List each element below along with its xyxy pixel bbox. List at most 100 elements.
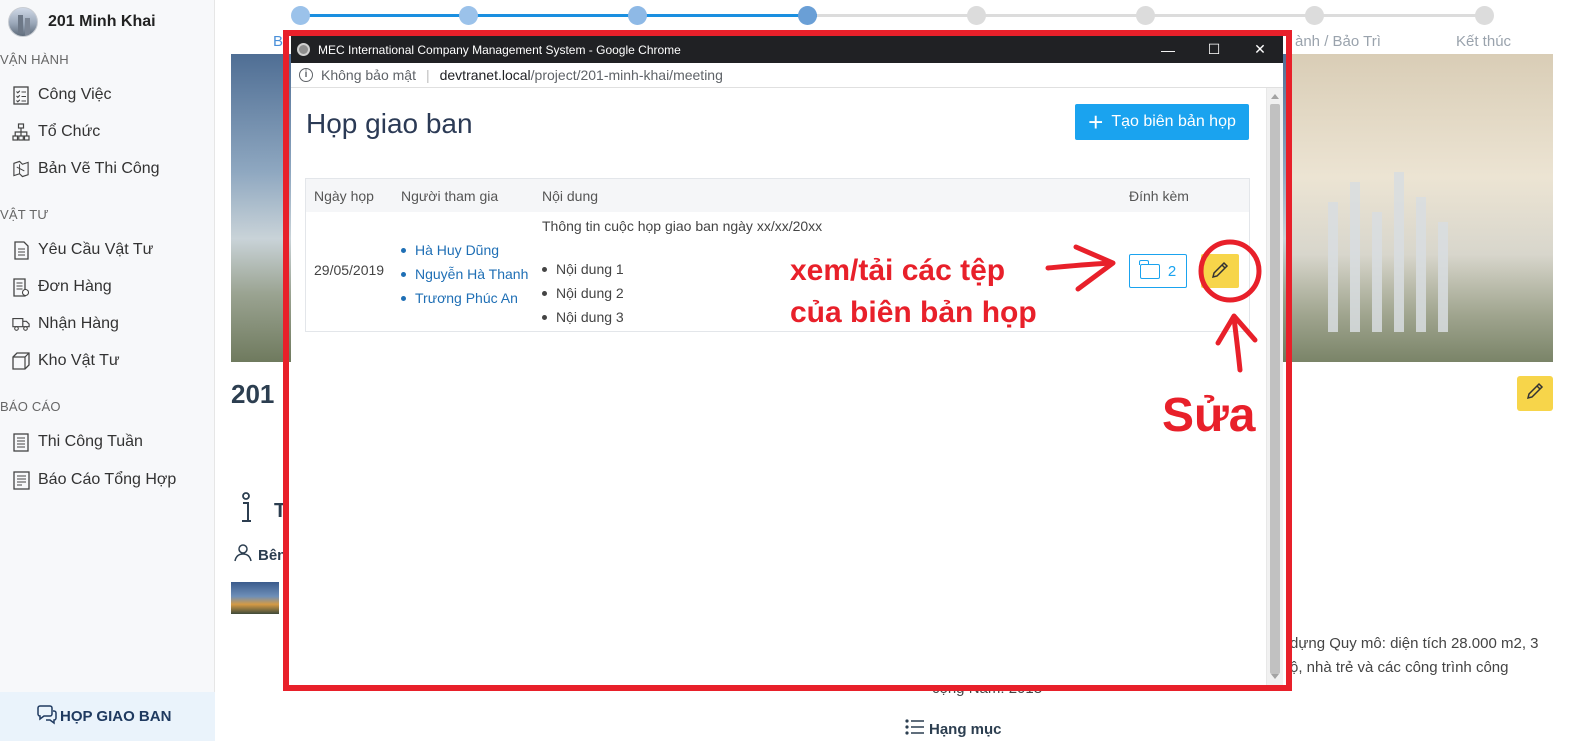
- info-icon: [239, 492, 253, 524]
- stakeholders-label: Bên: [232, 544, 286, 566]
- sidebar-item-bao-cao-tong-hop[interactable]: Báo Cáo Tổng Hợp: [12, 467, 176, 493]
- participant-link[interactable]: Hà Huy Dũng: [401, 238, 528, 262]
- stepper-line-done: [309, 14, 817, 17]
- stepper-label: Kết thúc: [1456, 33, 1512, 50]
- maximize-button[interactable]: ☐: [1191, 36, 1237, 63]
- project-thumbnail[interactable]: [231, 582, 279, 614]
- edit-meeting-button[interactable]: [1201, 254, 1239, 288]
- sidebar-tab-hop-giao-ban[interactable]: HỌP GIAO BAN: [0, 692, 215, 741]
- close-button[interactable]: ✕: [1237, 36, 1283, 63]
- sidebar-item-label: Yêu Cầu Vật Tư: [38, 241, 154, 258]
- sidebar-item-kho-vat-tu[interactable]: Kho Vật Tư: [12, 348, 120, 374]
- stepper-dot[interactable]: [967, 6, 986, 25]
- project-header[interactable]: 201 Minh Khai: [8, 6, 156, 38]
- hang-muc-heading: Hạng mục: [905, 718, 1002, 740]
- stepper-dot[interactable]: [1305, 6, 1324, 25]
- url-path: /project/201-minh-khai/meeting: [530, 67, 723, 83]
- stepper-dot[interactable]: [459, 6, 478, 25]
- stepper-label: ành / Bảo Trì: [1295, 33, 1381, 50]
- scroll-down-arrow-icon[interactable]: [1271, 674, 1279, 679]
- summary-report-icon: [12, 470, 30, 490]
- section-label-vat-tu: VẬT TƯ: [0, 207, 49, 222]
- sidebar-item-don-hang[interactable]: Đơn Hàng: [12, 274, 112, 300]
- sidebar-item-label: Đơn Hàng: [38, 278, 112, 295]
- address-separator: |: [425, 67, 430, 83]
- project-title: 201: [231, 379, 275, 409]
- scrollbar-thumb[interactable]: [1270, 104, 1280, 674]
- description-line: ộ, nhà trẻ và các công trình công: [1290, 659, 1509, 676]
- meetings-table: Ngày họp Người tham gia Nội dung Đính kè…: [305, 178, 1250, 332]
- users-icon: [232, 544, 254, 566]
- meeting-content-title: Thông tin cuộc họp giao ban ngày xx/xx/2…: [542, 218, 823, 234]
- vertical-scrollbar[interactable]: [1266, 88, 1283, 685]
- sidebar-item-nhan-hang[interactable]: Nhận Hàng: [12, 311, 119, 337]
- project-description: dựng Quy mô: diện tích 28.000 m2, 3 ộ, n…: [1290, 632, 1555, 680]
- box-icon: [12, 351, 30, 371]
- sidebar-item-label: Nhận Hàng: [38, 315, 119, 332]
- table-row: 29/05/2019 Hà Huy Dũng Nguyễn Hà Thanh T…: [306, 212, 1249, 331]
- create-meeting-minutes-button[interactable]: + Tạo biên bản họp: [1075, 104, 1249, 140]
- sidebar-item-label: Tổ Chức: [38, 123, 101, 140]
- sidebar-item-label: Báo Cáo Tổng Hợp: [38, 471, 177, 488]
- org-chart-icon: [12, 122, 30, 142]
- plus-icon: +: [1088, 107, 1104, 137]
- edit-annotation: Sửa: [1162, 389, 1256, 442]
- sidebar-item-cong-viec[interactable]: Công Việc: [12, 82, 112, 108]
- list-icon: [905, 718, 925, 740]
- content-item: Nội dung 2: [542, 281, 624, 305]
- content-item: Nội dung 3: [542, 305, 624, 329]
- chrome-popup-window: MEC International Company Management Sys…: [291, 36, 1283, 685]
- favicon-icon: [297, 43, 310, 56]
- progress-stepper: B ành / Bảo Trì Kết thúc: [273, 4, 1511, 50]
- address-bar[interactable]: i Không bảo mật | devtranet.local /proje…: [291, 63, 1283, 88]
- folder-icon: [1139, 259, 1160, 279]
- page-title: Họp giao ban: [306, 108, 473, 139]
- participant-link[interactable]: Nguyễn Hà Thanh: [401, 262, 528, 286]
- project-name: 201 Minh Khai: [48, 13, 156, 30]
- column-header-attachments: Đính kèm: [1129, 188, 1189, 204]
- sidebar-item-label: Thi Công Tuần: [38, 433, 143, 450]
- column-header-date: Ngày họp: [314, 188, 374, 204]
- stepper-dot[interactable]: [628, 6, 647, 25]
- participants-list: Hà Huy Dũng Nguyễn Hà Thanh Trương Phúc …: [401, 238, 528, 310]
- sidebar-item-yeu-cau-vat-tu[interactable]: Yêu Cầu Vật Tư: [12, 237, 153, 263]
- stepper-dot[interactable]: [798, 6, 817, 25]
- stepper-dot[interactable]: [291, 6, 310, 25]
- edit-project-button[interactable]: [1517, 376, 1553, 411]
- report-icon: [12, 432, 30, 452]
- stepper-label: B: [273, 33, 284, 50]
- description-line: dựng Quy mô: diện tích 28.000 m2, 3: [1290, 635, 1539, 652]
- create-button-label: Tạo biên bản họp: [1111, 113, 1236, 130]
- table-header: Ngày họp Người tham gia Nội dung Đính kè…: [306, 179, 1249, 212]
- hang-muc-text: Hạng mục: [929, 720, 1002, 738]
- info-circle-icon[interactable]: i: [299, 68, 313, 82]
- project-avatar: [8, 7, 38, 37]
- pencil-icon: [1210, 260, 1230, 283]
- meeting-tab-label: HỌP GIAO BAN: [60, 708, 172, 725]
- stepper-dot[interactable]: [1136, 6, 1155, 25]
- annotation-line: xem/tải các tệp: [790, 254, 1006, 287]
- pencil-icon: [1525, 381, 1545, 406]
- attachments-count: 2: [1167, 262, 1177, 280]
- sidebar-item-to-chuc[interactable]: Tổ Chức: [12, 119, 100, 145]
- column-header-content: Nội dung: [542, 188, 599, 204]
- sidebar-item-label: Công Việc: [38, 86, 112, 103]
- hero-image-right: [1288, 54, 1553, 362]
- attachments-annotation: xem/tải các tệp của biên bản họp: [790, 250, 1037, 334]
- stepper-dot[interactable]: [1475, 6, 1494, 25]
- blueprint-icon: [12, 159, 30, 179]
- section-label-bao-cao: BÁO CÁO: [0, 399, 61, 414]
- sidebar-item-label: Kho Vật Tư: [38, 352, 120, 369]
- sidebar-item-label: Bản Vẽ Thi Công: [38, 160, 160, 177]
- security-status: Không bảo mật: [321, 67, 416, 83]
- window-titlebar[interactable]: MEC International Company Management Sys…: [291, 36, 1283, 63]
- participant-link[interactable]: Trương Phúc An: [401, 286, 528, 310]
- sidebar-item-ban-ve-thi-cong[interactable]: Bản Vẽ Thi Công: [12, 156, 160, 182]
- sidebar-item-thi-cong-tuan[interactable]: Thi Công Tuần: [12, 429, 143, 455]
- attachments-button[interactable]: 2: [1129, 254, 1187, 288]
- chat-bubbles-icon: [36, 705, 58, 725]
- scroll-up-arrow-icon[interactable]: [1271, 94, 1279, 99]
- minimize-button[interactable]: —: [1145, 36, 1191, 63]
- window-title: MEC International Company Management Sys…: [318, 42, 681, 57]
- truck-icon: [12, 314, 30, 334]
